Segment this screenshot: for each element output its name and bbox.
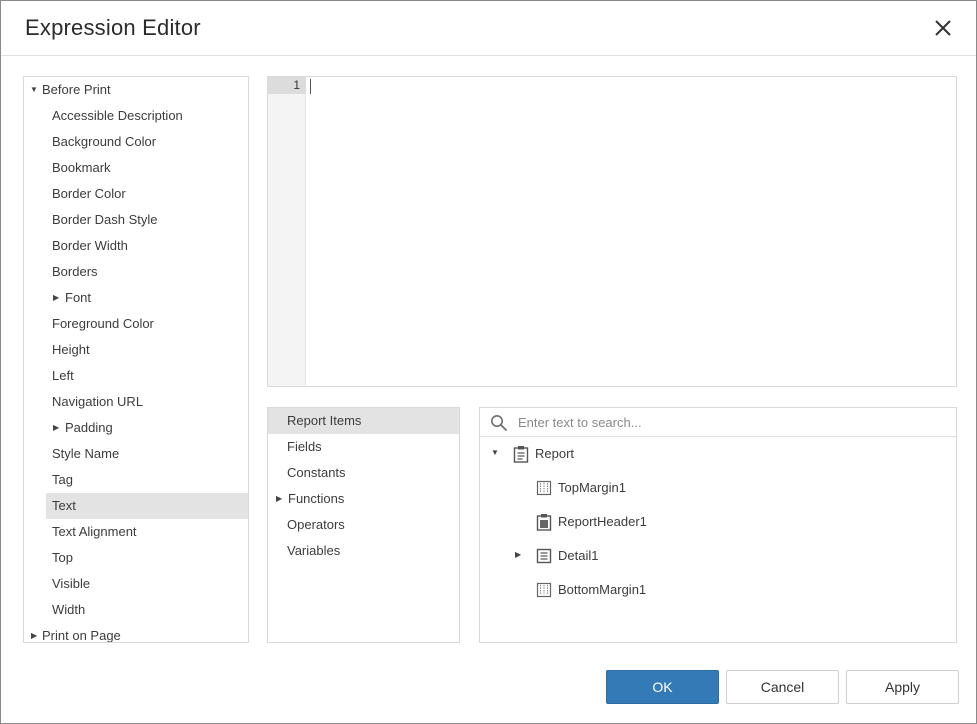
caret-right-icon[interactable]: ▶: [53, 285, 63, 311]
property-tree: ▼ Before Print Accessible Description Ba…: [23, 76, 249, 643]
tree-item-report[interactable]: ▼ Report: [480, 442, 680, 466]
items-panel: ▼ Report TopMargin1: [479, 407, 957, 643]
tree-item-font[interactable]: ▶ Font: [24, 285, 248, 311]
tree-item-label: Visible: [52, 576, 91, 591]
category-label: Operators: [287, 517, 345, 532]
tree-item-top-margin[interactable]: TopMargin1: [480, 476, 730, 500]
tree-item-label: Accessible Description: [52, 108, 183, 123]
tree-item-before-print[interactable]: ▼ Before Print: [24, 77, 248, 103]
category-label: Constants: [287, 465, 346, 480]
margin-band-icon: [536, 480, 552, 496]
tree-item-label: Detail1: [558, 548, 599, 563]
close-icon: [935, 20, 951, 36]
category-report-items[interactable]: Report Items: [268, 408, 459, 434]
tree-item-label: ReportHeader1: [558, 514, 647, 529]
tree-item-borders[interactable]: Borders: [24, 259, 248, 285]
caret-right-icon[interactable]: ▶: [515, 543, 525, 567]
caret-right-icon[interactable]: ▶: [31, 623, 41, 642]
expression-code-editor: 1: [267, 76, 957, 387]
caret-right-icon[interactable]: ▶: [53, 415, 63, 441]
dialog-header: Expression Editor: [1, 1, 976, 56]
detail-band-icon: [536, 548, 552, 564]
tree-item-bottom-margin[interactable]: BottomMargin1: [480, 578, 730, 602]
tree-item-visible[interactable]: Visible: [24, 571, 248, 597]
tree-item-label: Report: [535, 446, 575, 461]
tree-item-label: Top: [52, 550, 73, 565]
expression-editor-dialog: Expression Editor ▼ Before Print Accessi…: [0, 0, 977, 724]
line-number-gutter: 1: [268, 77, 306, 386]
category-label: Fields: [287, 439, 322, 454]
tree-item-label: Style Name: [52, 446, 120, 461]
category-list: Report Items Fields Constants ▶ Function…: [267, 407, 460, 643]
tree-item-width[interactable]: Width: [24, 597, 248, 623]
category-label: Functions: [288, 491, 345, 506]
tree-item-label: Print on Page: [42, 628, 121, 643]
tree-item-print-on-page[interactable]: ▶ Print on Page: [24, 623, 248, 643]
tree-item-height[interactable]: Height: [24, 337, 248, 363]
tree-item-left[interactable]: Left: [24, 363, 248, 389]
search-icon: [491, 415, 507, 431]
caret-right-icon[interactable]: ▶: [276, 486, 286, 512]
tree-item-label: Text Alignment: [52, 524, 137, 539]
tree-item-label: Width: [52, 602, 86, 617]
category-label: Variables: [287, 543, 341, 558]
tree-item-border-dash-style[interactable]: Border Dash Style: [24, 207, 248, 233]
search-bar: [480, 408, 956, 437]
tree-item-label: Text: [52, 498, 76, 513]
tree-item-label: TopMargin1: [558, 480, 626, 495]
expression-text-area[interactable]: [307, 77, 956, 386]
tree-item-label: Border Width: [52, 238, 128, 253]
tree-item-bookmark[interactable]: Bookmark: [24, 155, 248, 181]
tree-item-label: Border Dash Style: [52, 212, 158, 227]
search-input[interactable]: [516, 412, 946, 433]
report-icon: [513, 446, 529, 463]
category-constants[interactable]: Constants: [268, 460, 459, 486]
tree-item-label: Padding: [65, 420, 113, 435]
tree-item-accessible-description[interactable]: Accessible Description: [24, 103, 248, 129]
category-fields[interactable]: Fields: [268, 434, 459, 460]
tree-item-label: BottomMargin1: [558, 582, 647, 597]
tree-item-report-header[interactable]: ReportHeader1: [480, 510, 730, 534]
tree-item-top[interactable]: Top: [24, 545, 248, 571]
ok-button[interactable]: OK: [606, 670, 719, 704]
tree-item-label: Tag: [52, 472, 73, 487]
tree-item-label: Height: [52, 342, 90, 357]
tree-item-detail[interactable]: ▶ Detail1: [480, 544, 730, 568]
category-label: Report Items: [287, 413, 362, 428]
tree-item-text-alignment[interactable]: Text Alignment: [24, 519, 248, 545]
caret-down-icon[interactable]: ▼: [30, 77, 40, 103]
tree-item-foreground-color[interactable]: Foreground Color: [24, 311, 248, 337]
tree-item-label: Borders: [52, 264, 98, 279]
tree-item-label: Left: [52, 368, 74, 383]
tree-item-padding[interactable]: ▶ Padding: [24, 415, 248, 441]
text-cursor: [310, 79, 311, 94]
caret-down-icon[interactable]: ▼: [491, 441, 501, 465]
tree-item-label: Bookmark: [52, 160, 111, 175]
line-number: 1: [268, 77, 306, 94]
tree-item-label: Border Color: [52, 186, 126, 201]
tree-item-border-color[interactable]: Border Color: [24, 181, 248, 207]
category-variables[interactable]: Variables: [268, 538, 459, 564]
cancel-button[interactable]: Cancel: [726, 670, 839, 704]
category-functions[interactable]: ▶ Functions: [268, 486, 459, 512]
dialog-title: Expression Editor: [25, 15, 201, 40]
apply-button[interactable]: Apply: [846, 670, 959, 704]
tree-item-navigation-url[interactable]: Navigation URL: [24, 389, 248, 415]
tree-item-label: Before Print: [42, 82, 111, 97]
tree-item-tag[interactable]: Tag: [24, 467, 248, 493]
report-header-icon: [536, 514, 552, 531]
tree-item-text[interactable]: Text: [46, 493, 248, 519]
tree-item-label: Background Color: [52, 134, 157, 149]
tree-item-label: Navigation URL: [52, 394, 144, 409]
close-button[interactable]: [929, 14, 957, 42]
tree-item-style-name[interactable]: Style Name: [24, 441, 248, 467]
tree-item-label: Foreground Color: [52, 316, 154, 331]
category-operators[interactable]: Operators: [268, 512, 459, 538]
tree-item-border-width[interactable]: Border Width: [24, 233, 248, 259]
tree-item-label: Font: [65, 290, 92, 305]
margin-band-icon: [536, 582, 552, 598]
tree-item-background-color[interactable]: Background Color: [24, 129, 248, 155]
